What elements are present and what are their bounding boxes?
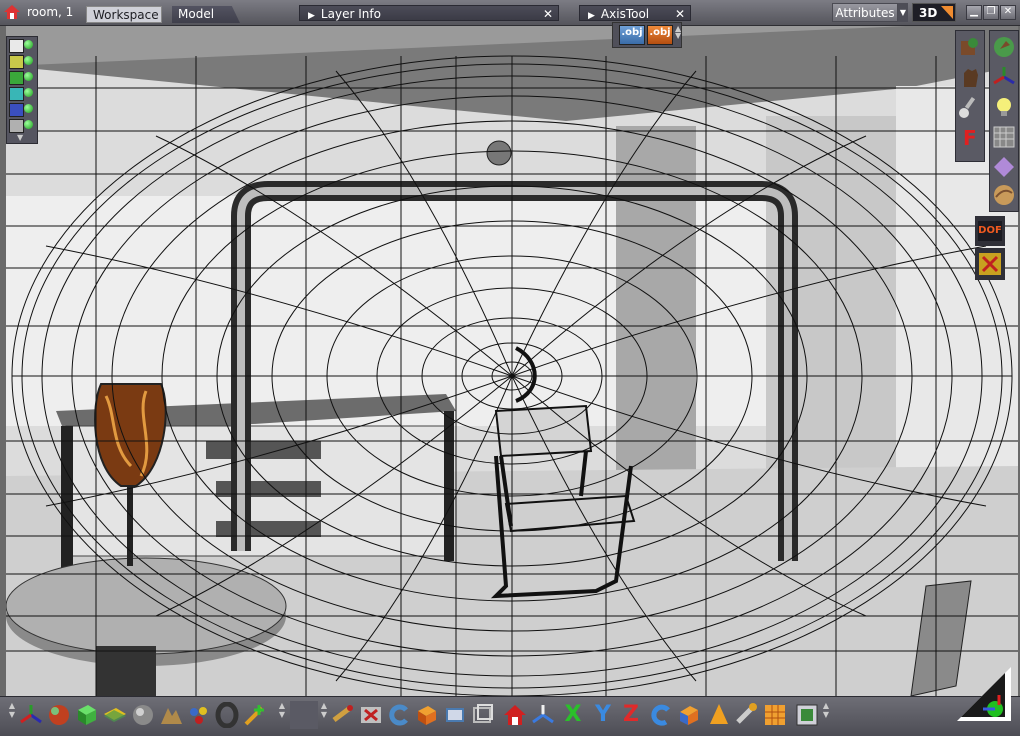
close-icon[interactable]: ✕ [675, 6, 685, 22]
expand-arrow-icon[interactable]: ▶ [588, 8, 595, 24]
layer-swatch-3[interactable] [9, 71, 24, 85]
model-tool-icon[interactable] [958, 35, 982, 59]
visibility-dot-icon[interactable] [24, 40, 33, 49]
x-axis-button[interactable]: X [560, 702, 586, 728]
transform-x-icon[interactable] [978, 252, 1002, 276]
right-tool-palette: F DOF [955, 30, 1019, 280]
spotlight-tool-icon[interactable] [734, 702, 760, 728]
title-bar: room, 1 Workspace Model ▶ Layer Info ✕ ▶ A… [0, 0, 1020, 26]
expand-arrow-icon[interactable]: ▶ [308, 8, 315, 24]
right-palette-column-1: F [955, 30, 985, 162]
minimize-button[interactable]: ▁ [966, 5, 982, 20]
lightbulb-icon[interactable] [992, 95, 1016, 119]
wireframe-scene [6, 26, 1018, 696]
add-object-icon[interactable] [242, 702, 268, 728]
document-title: room, 1 [27, 5, 74, 19]
attributes-button[interactable]: Attributes [832, 3, 898, 22]
3d-viewport[interactable] [6, 26, 1018, 696]
axis-gizmo-icon[interactable] [992, 65, 1016, 89]
cube-tool-icon[interactable] [74, 702, 100, 728]
axis-origin-icon[interactable] [18, 702, 44, 728]
book-tool-icon[interactable] [442, 702, 468, 728]
grid-icon[interactable] [992, 125, 1016, 149]
visibility-dot-icon[interactable] [24, 88, 33, 97]
dof-box: DOF [975, 216, 1005, 246]
svg-text:F: F [963, 126, 977, 149]
particles-tool-icon[interactable] [186, 702, 212, 728]
ball-tool-icon[interactable] [130, 702, 156, 728]
visibility-dot-icon[interactable] [24, 72, 33, 81]
cone-tool-icon[interactable] [706, 702, 732, 728]
render-region-icon[interactable] [794, 702, 820, 728]
tab-workspace[interactable]: Workspace [86, 6, 162, 23]
view-gizmo-icon[interactable] [955, 665, 1013, 723]
box-tool-icon[interactable] [414, 702, 440, 728]
delete-tool-icon[interactable] [358, 702, 384, 728]
visibility-dot-icon[interactable] [24, 120, 33, 129]
lattice-tool-icon[interactable] [762, 702, 788, 728]
plane-tool-icon[interactable] [102, 702, 128, 728]
axistool-label: AxisTool [600, 7, 650, 21]
toolbar-grip-icon[interactable]: ▲ ▼ [822, 701, 830, 729]
layer-info-panel-tab[interactable]: ▶ Layer Info ✕ [299, 5, 559, 21]
layer-swatch-5[interactable] [9, 103, 24, 117]
visibility-dot-icon[interactable] [24, 56, 33, 65]
toolbar-grip-icon[interactable]: ▲ ▼ [320, 701, 328, 729]
sphere-tool-icon[interactable] [46, 702, 72, 728]
terrain-tool-icon[interactable] [158, 702, 184, 728]
object-type-strip: .obj .obj ▲ ▼ [612, 22, 682, 48]
visibility-dot-icon[interactable] [24, 104, 33, 113]
toolbar-grip-icon[interactable]: ▲ ▼ [8, 701, 16, 729]
layer-info-label: Layer Info [320, 7, 381, 21]
tab-model[interactable]: Model [172, 6, 240, 23]
obj-button-1[interactable]: .obj [619, 25, 645, 45]
mode-corner-icon [941, 6, 953, 19]
home-app-icon[interactable] [4, 5, 20, 19]
z-axis-button[interactable]: Z [618, 702, 644, 728]
palette-collapse-icon[interactable]: ▼ [17, 133, 23, 142]
transform-box [975, 248, 1005, 280]
axis-tool-icon[interactable] [530, 702, 556, 728]
layer-swatch-4[interactable] [9, 87, 24, 101]
close-button[interactable]: ✕ [1000, 5, 1016, 20]
cage-tool-icon[interactable] [470, 702, 496, 728]
material-sphere-icon[interactable] [992, 183, 1016, 207]
obj-button-2[interactable]: .obj [647, 25, 673, 45]
bottom-toolbar: ▲ ▼ ▲ ▼ ▲ ▼ X Y Z ▲ ▼ [0, 696, 1020, 736]
mode-3d-button[interactable]: 3D [912, 3, 956, 22]
restore-button[interactable]: ❐ [983, 5, 999, 20]
attributes-dropdown-icon[interactable]: ▼ [898, 3, 908, 22]
axistool-panel-tab[interactable]: ▶ AxisTool ✕ [579, 5, 691, 21]
cylinder-tool-icon[interactable] [676, 702, 702, 728]
dof-button[interactable]: DOF [978, 221, 1002, 241]
toolbar-spacer [290, 701, 318, 729]
select-arrow-icon[interactable] [992, 35, 1016, 59]
move-tool-icon[interactable] [330, 702, 356, 728]
rotate-tool-icon[interactable] [386, 702, 412, 728]
y-axis-button[interactable]: Y [590, 702, 616, 728]
crystal-icon[interactable] [992, 155, 1016, 179]
paint-brush-icon[interactable] [958, 95, 982, 119]
layer-swatch-2[interactable] [9, 55, 24, 69]
toolbar-grip-icon[interactable]: ▲ ▼ [278, 701, 286, 729]
close-icon[interactable]: ✕ [543, 6, 553, 22]
fuel-f-icon[interactable]: F [958, 125, 982, 149]
right-palette-column-2 [989, 30, 1019, 212]
mode-label: 3D [919, 6, 938, 20]
layer-swatch-1[interactable] [9, 39, 24, 53]
hand-tool-icon[interactable] [958, 65, 982, 89]
layer-palette: ▼ [6, 36, 38, 144]
torus-tool-icon[interactable] [214, 702, 240, 728]
layer-swatch-6[interactable] [9, 119, 24, 133]
spin-tool-icon[interactable] [648, 702, 674, 728]
strip-grip-icon[interactable]: ▲ ▼ [675, 25, 681, 40]
home-tool-icon[interactable] [502, 702, 528, 728]
